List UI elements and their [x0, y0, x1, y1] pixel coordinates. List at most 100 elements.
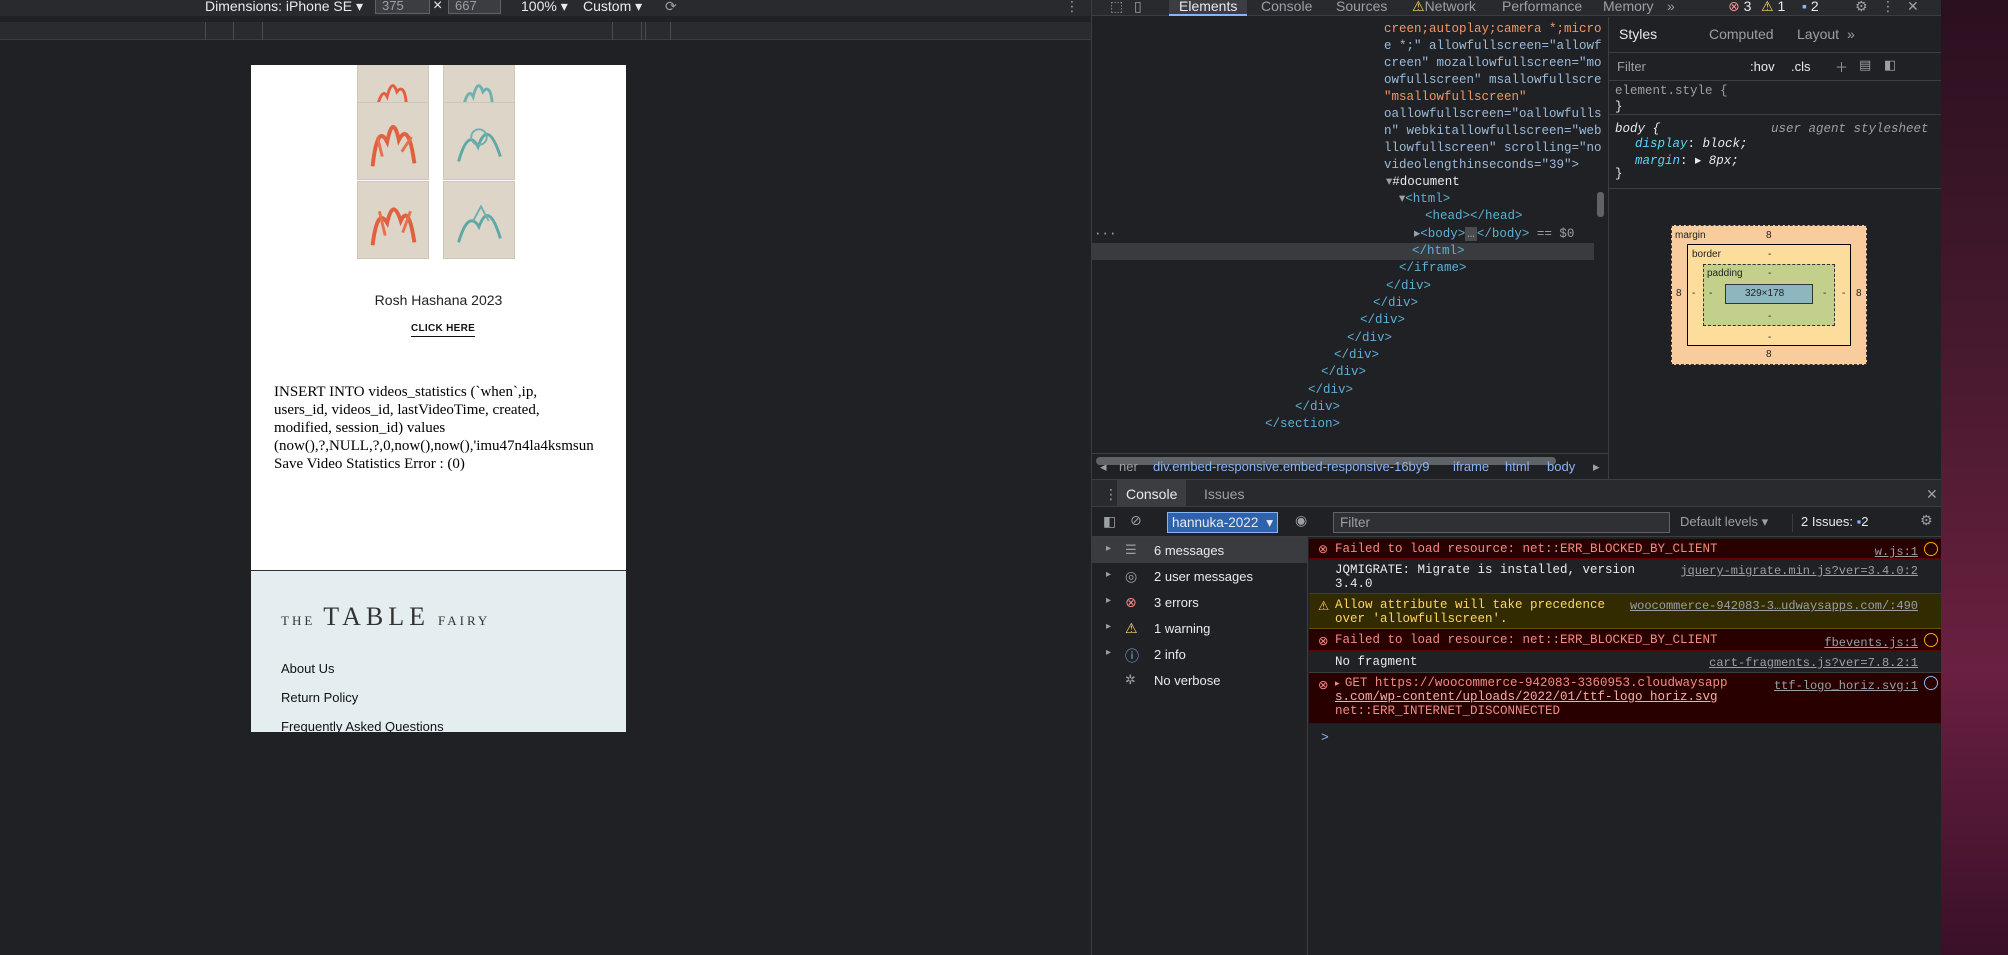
network-icon[interactable]	[1924, 676, 1938, 690]
tab-network[interactable]: ⚠Network	[1412, 0, 1476, 15]
dom-line[interactable]: oallowfullscreen="oallowfulls	[1384, 106, 1602, 122]
dom-line[interactable]: </div>	[1295, 399, 1340, 415]
dom-line[interactable]: "msallowfullscreen"	[1384, 89, 1527, 105]
network-icon[interactable]	[1924, 633, 1938, 647]
breadcrumb-item[interactable]: iframe	[1453, 459, 1489, 474]
error-count-badge[interactable]: ⊗ 3	[1728, 0, 1751, 15]
device-toggle-icon[interactable]: ▯	[1134, 0, 1142, 15]
faq-link[interactable]: Frequently Asked Questions	[281, 719, 444, 732]
eye-icon[interactable]: ◉	[1295, 512, 1307, 529]
padding-bottom-value[interactable]: -	[1768, 311, 1771, 322]
dom-line[interactable]: </div>	[1360, 312, 1405, 328]
tab-computed[interactable]: Computed	[1709, 26, 1774, 42]
breadcrumb-item[interactable]: div.embed-responsive.embed-responsive-16…	[1153, 459, 1430, 474]
sidebar-item-info[interactable]: ▸ ⓘ 2 info	[1092, 641, 1308, 667]
error-url[interactable]: GET https://woocommerce-942083-3360953.c…	[1345, 676, 1728, 690]
hov-toggle[interactable]: :hov	[1750, 59, 1775, 74]
dom-line[interactable]: n" webkitallowfullscreen="web	[1384, 123, 1602, 139]
console-message-error[interactable]: ⊗ Failed to load resource: net::ERR_BLOC…	[1309, 629, 1942, 651]
inspect-icon[interactable]: ⬚	[1110, 0, 1123, 15]
paint-icon[interactable]: ▤	[1859, 57, 1871, 73]
tab-console-drawer[interactable]: Console	[1117, 480, 1187, 507]
width-input[interactable]: 375	[375, 0, 430, 14]
error-url-continued[interactable]: s.com/wp-content/uploads/2022/01/ttf-log…	[1335, 690, 1718, 704]
dom-line[interactable]: <head></head>	[1425, 208, 1523, 224]
console-message-log[interactable]: JQMIGRATE: Migrate is installed, version…	[1309, 559, 1942, 594]
dom-line[interactable]: </html>	[1412, 243, 1465, 259]
console-filter-input[interactable]: Filter	[1333, 512, 1670, 533]
border-top-value[interactable]: -	[1768, 249, 1771, 260]
sidebar-item-warnings[interactable]: ▸ ⚠ 1 warning	[1092, 615, 1308, 641]
dom-line[interactable]: creen" mozallowfullscreen="mo	[1384, 55, 1602, 71]
tab-issues[interactable]: Issues	[1204, 486, 1244, 502]
vertical-scrollbar[interactable]	[1597, 192, 1604, 217]
dom-line[interactable]: creen;autoplay;camera *;micro	[1384, 21, 1602, 37]
margin-left-value[interactable]: 8	[1676, 288, 1682, 299]
sidebar-item-errors[interactable]: ▸ ⊗ 3 errors	[1092, 589, 1308, 615]
dom-line[interactable]: llowfullscreen" scrolling="no	[1384, 140, 1602, 156]
dom-line[interactable]: videolengthinseconds="39">	[1384, 157, 1579, 173]
message-source-link[interactable]: jquery-migrate.min.js?ver=3.4.0:2	[1680, 564, 1918, 578]
more-options-icon[interactable]: ⋮	[1065, 0, 1079, 15]
more-tabs-icon[interactable]: »	[1667, 0, 1675, 14]
dom-line[interactable]: ▾<html>	[1399, 191, 1450, 207]
settings-icon[interactable]: ⚙	[1855, 0, 1868, 15]
sidebar-toggle-icon[interactable]: ◧	[1884, 57, 1896, 73]
click-here-link[interactable]: CLICK HERE	[411, 323, 476, 337]
tab-elements[interactable]: Elements	[1169, 0, 1248, 16]
console-prompt[interactable]: >	[1321, 730, 1329, 745]
zoom-select[interactable]: 100% ▾	[521, 0, 568, 15]
tab-console[interactable]: Console	[1261, 0, 1312, 14]
message-source-link[interactable]: cart-fragments.js?ver=7.8.2:1	[1709, 656, 1918, 670]
message-source-link[interactable]: fbevents.js:1	[1824, 636, 1918, 650]
dom-line[interactable]: </div>	[1308, 382, 1353, 398]
context-select[interactable]: hannuka-2022 ▾	[1167, 512, 1278, 533]
issues-counter[interactable]: 2 Issues: ▪2	[1801, 514, 1869, 529]
breadcrumb-item[interactable]: ner	[1119, 459, 1138, 474]
clear-console-icon[interactable]: ⊘	[1130, 512, 1142, 529]
border-right-value[interactable]: -	[1842, 288, 1845, 299]
console-message-log[interactable]: No fragment cart-fragments.js?ver=7.8.2:…	[1309, 651, 1942, 673]
tab-memory[interactable]: Memory	[1603, 0, 1654, 14]
dom-line[interactable]: ▾#document	[1386, 174, 1460, 190]
more-tabs-icon[interactable]: »	[1847, 26, 1855, 42]
box-model-diagram[interactable]: margin 8 8 8 8 border - - - - padding - …	[1671, 225, 1867, 365]
sidebar-toggle-icon[interactable]: ◧	[1103, 513, 1116, 530]
breadcrumb-item[interactable]: html	[1505, 459, 1530, 474]
cls-toggle[interactable]: .cls	[1791, 59, 1811, 74]
dom-line[interactable]: </div>	[1334, 347, 1379, 363]
throttle-select[interactable]: Custom ▾	[583, 0, 642, 15]
dom-line[interactable]: </iframe>	[1399, 260, 1467, 276]
console-message-error[interactable]: ⊗ ▸ GET https://woocommerce-942083-33609…	[1309, 673, 1942, 724]
console-settings-icon[interactable]: ⚙	[1920, 512, 1933, 529]
dom-line[interactable]: </div>	[1321, 364, 1366, 380]
padding-right-value[interactable]: -	[1823, 288, 1826, 299]
more-options-icon[interactable]: ⋮	[1881, 0, 1895, 15]
elements-tree[interactable]: creen;autoplay;camera *;micro e *;" allo…	[1092, 17, 1604, 465]
default-levels-select[interactable]: Default levels ▾	[1680, 514, 1768, 530]
rotate-icon[interactable]: ⟳	[665, 0, 677, 15]
tab-sources[interactable]: Sources	[1336, 0, 1387, 14]
breadcrumb-item[interactable]: body	[1547, 459, 1575, 474]
drawer-menu-icon[interactable]: ⋮	[1104, 486, 1118, 503]
dom-line[interactable]: </section>	[1265, 416, 1340, 432]
padding-left-value[interactable]: -	[1709, 288, 1712, 299]
return-policy-link[interactable]: Return Policy	[281, 690, 444, 719]
margin-top-value[interactable]: 8	[1766, 230, 1772, 241]
tab-styles[interactable]: Styles	[1619, 26, 1657, 42]
padding-top-value[interactable]: -	[1768, 268, 1771, 279]
breadcrumb-left-arrow[interactable]: ◂	[1100, 459, 1107, 475]
body-rule-selector[interactable]: body {	[1615, 122, 1660, 136]
border-bottom-value[interactable]: -	[1768, 332, 1771, 343]
margin-right-value[interactable]: 8	[1856, 288, 1862, 299]
content-size[interactable]: 329×178	[1745, 288, 1784, 299]
message-source-link[interactable]: ttf-logo_horiz.svg:1	[1774, 679, 1918, 693]
brand-logo[interactable]: THE TABLE FAIRY	[281, 602, 490, 632]
display-property[interactable]: display: block;	[1635, 137, 1748, 151]
margin-bottom-value[interactable]: 8	[1766, 349, 1772, 360]
network-icon[interactable]	[1924, 542, 1938, 556]
margin-property[interactable]: margin: ▸ 8px;	[1635, 152, 1739, 168]
breadcrumb-right-arrow[interactable]: ▸	[1593, 459, 1600, 475]
add-rule-icon[interactable]: ＋	[1835, 57, 1848, 76]
dom-line-body[interactable]: ▸<body>… </body> == $0	[1414, 226, 1574, 242]
